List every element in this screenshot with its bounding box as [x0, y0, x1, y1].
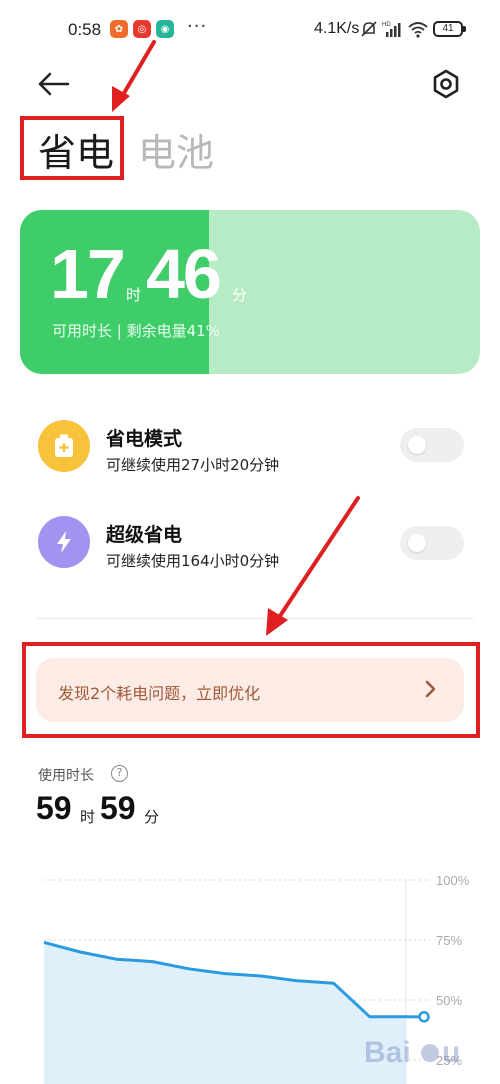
help-question-icon[interactable]: ?: [111, 765, 128, 782]
usage-minutes-unit: 分: [144, 808, 160, 826]
wifi-icon: [408, 22, 428, 38]
battery-plus-icon: [38, 420, 90, 472]
ultra-power-saving-subtitle: 可继续使用164小时0分钟: [106, 552, 280, 570]
chart-y-tick-label: 100%: [436, 873, 470, 888]
usage-hours-value: 59: [36, 790, 72, 826]
mute-bell-icon: [361, 21, 377, 37]
chevron-right-icon: [425, 680, 436, 698]
chart-y-tick-label: 75%: [436, 933, 462, 948]
optimize-problems-banner[interactable]: 发现2个耗电问题，立即优化: [36, 658, 464, 722]
baidu-watermark-logo: Bai u: [364, 1036, 460, 1069]
back-arrow-icon[interactable]: [36, 70, 72, 98]
battery-minutes-unit: 分: [232, 286, 248, 304]
more-notifications-icon: ···: [187, 16, 208, 37]
hd-signal-icon: HD: [382, 22, 401, 37]
status-time: 0:58: [68, 20, 102, 39]
power-saving-mode-toggle[interactable]: [400, 428, 464, 462]
network-speed: 4.1K/s: [314, 20, 360, 37]
battery-icon: 41: [433, 21, 466, 37]
chart-y-tick-label: 50%: [436, 993, 462, 1008]
optimize-problems-text: 发现2个耗电问题，立即优化: [58, 684, 261, 703]
battery-card-subtitle: 可用时长 | 剩余电量41%: [52, 322, 220, 340]
app-notification-icon-1: ✿: [110, 20, 128, 38]
tab-battery[interactable]: 电池: [138, 122, 214, 177]
app-notification-icon-3: ◉: [156, 20, 174, 38]
section-divider: [36, 618, 474, 619]
app-notification-icon-2: ◎: [133, 20, 151, 38]
battery-hours-unit: 时: [126, 286, 142, 304]
ultra-power-saving-toggle[interactable]: [400, 526, 464, 560]
power-saving-mode-title: 省电模式: [106, 428, 183, 450]
svg-text:Bai: Bai: [364, 1036, 411, 1069]
status-bar: 0:58 ✿ ◎ ◉ ··· 4.1K/s HD 41: [0, 0, 500, 60]
svg-text:HD: HD: [382, 22, 391, 28]
lightning-icon: [38, 516, 90, 568]
svg-text:u: u: [442, 1036, 460, 1069]
usage-duration-label: 使用时长: [38, 768, 94, 784]
ultra-power-saving-title: 超级省电: [106, 524, 183, 546]
power-saving-mode-subtitle: 可继续使用27小时20分钟: [106, 456, 280, 474]
tab-power-saving[interactable]: 省电: [38, 122, 114, 177]
usage-hours-unit: 时: [80, 808, 96, 826]
settings-gear-icon[interactable]: [430, 68, 462, 100]
battery-minutes-value: 46: [146, 235, 222, 313]
usage-minutes-value: 59: [100, 790, 136, 826]
battery-hours-value: 17: [50, 235, 126, 313]
